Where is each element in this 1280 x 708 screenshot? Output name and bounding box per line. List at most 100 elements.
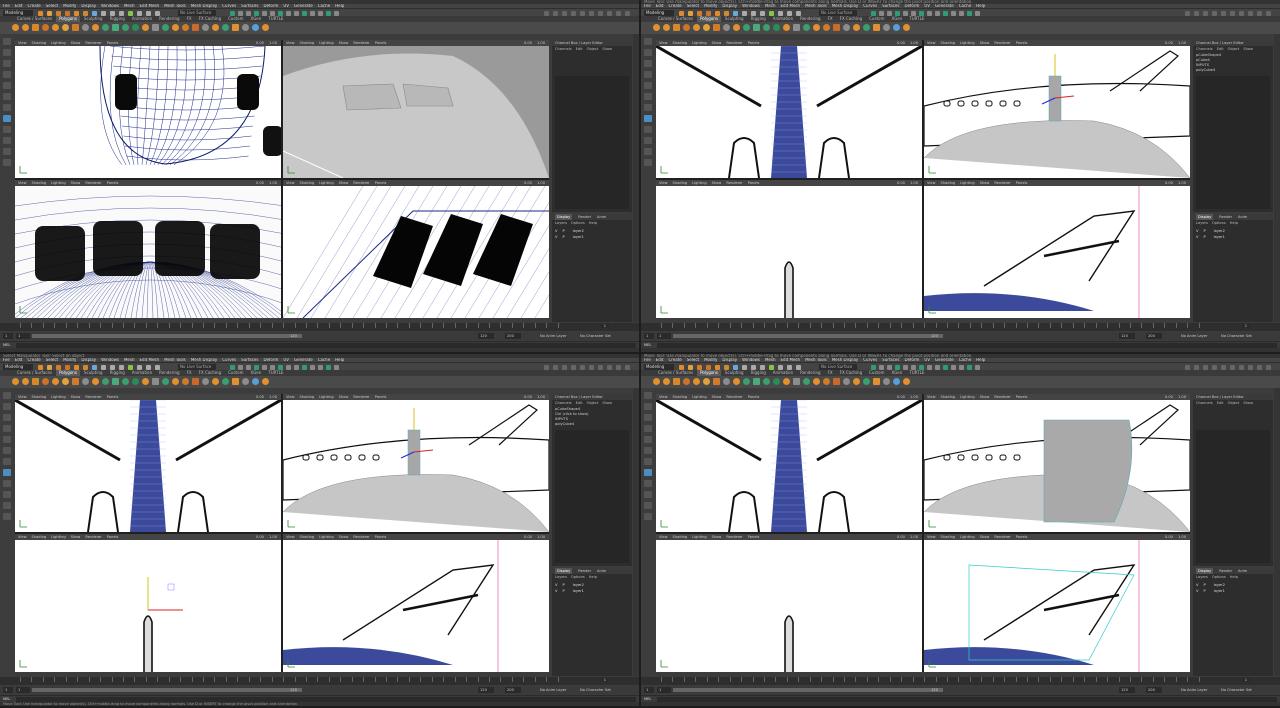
shelf-tool-icon[interactable] xyxy=(212,378,219,385)
viewport-0[interactable]: View Shading Lighting Show Renderer Panels 0.0… xyxy=(15,394,281,532)
viewport-0[interactable]: View Shading Lighting Show Renderer Panels 0.0… xyxy=(656,40,922,178)
toolbox-tool[interactable] xyxy=(3,159,11,166)
shelf-tool-icon[interactable] xyxy=(252,378,259,385)
toolbox-tool[interactable] xyxy=(644,480,652,487)
toolbox-tool[interactable] xyxy=(644,71,652,78)
toolbox-tool[interactable] xyxy=(3,469,11,476)
shelf-tool-icon[interactable] xyxy=(72,378,79,385)
shelf-tool-icon[interactable] xyxy=(693,378,700,385)
shelf-tool-icon[interactable] xyxy=(683,378,690,385)
shelf-tool-icon[interactable] xyxy=(663,378,670,385)
shelf-tool-icon[interactable] xyxy=(182,378,189,385)
toolbox-tool[interactable] xyxy=(3,71,11,78)
channel-item[interactable]: polyCube4 xyxy=(1196,68,1221,73)
layer-reference-toggle[interactable]: P xyxy=(1203,589,1205,593)
range-start-field[interactable]: 1 xyxy=(657,687,671,693)
layer-menu-layers[interactable]: Layers xyxy=(1196,574,1208,580)
toolbox-tool[interactable] xyxy=(3,49,11,56)
attribute-editor-tab-strip[interactable] xyxy=(1274,34,1280,322)
start-frame-field[interactable]: 1 xyxy=(644,687,654,693)
anim-end-field[interactable]: 200 xyxy=(1146,687,1162,693)
channel-menu-object[interactable]: Object xyxy=(587,400,599,406)
layer-reference-toggle[interactable]: P xyxy=(562,229,564,233)
layer-reference-toggle[interactable]: P xyxy=(562,589,564,593)
shelf-tool-icon[interactable] xyxy=(252,24,259,31)
shelf-tool-icon[interactable] xyxy=(192,378,199,385)
shelf-tool-icon[interactable] xyxy=(723,378,730,385)
shelf-tool-icon[interactable] xyxy=(793,24,800,31)
shelf-tool-icon[interactable] xyxy=(833,378,840,385)
time-slider[interactable]: 1 xyxy=(641,677,1280,685)
viewport-2[interactable]: View Shading Lighting Show Renderer Panels 0.0… xyxy=(15,180,281,318)
shelf-tool-icon[interactable] xyxy=(673,24,680,31)
end-frame-field[interactable]: 120 xyxy=(1119,333,1135,339)
layer-row[interactable]: V Player2 xyxy=(555,229,584,234)
current-frame[interactable]: 1 xyxy=(600,678,609,682)
viewport-canvas[interactable] xyxy=(924,186,1190,318)
channel-menu-edit[interactable]: Edit xyxy=(576,400,583,406)
shelf-tool-icon[interactable] xyxy=(733,378,740,385)
layer-row[interactable]: V Player2 xyxy=(1196,229,1225,234)
shelf-tool-icon[interactable] xyxy=(713,378,720,385)
shelf-tool-icon[interactable] xyxy=(893,378,900,385)
shelf-tool-icon[interactable] xyxy=(823,24,830,31)
toolbox-tool[interactable] xyxy=(644,159,652,166)
toolbox-tool[interactable] xyxy=(644,414,652,421)
layer-menu-help[interactable]: Help xyxy=(589,574,597,580)
viewport-0[interactable]: View Shading Lighting Show Renderer Panels 0.0… xyxy=(15,40,281,178)
shelf-tool-icon[interactable] xyxy=(182,24,189,31)
toolbox-tool[interactable] xyxy=(644,93,652,100)
shelf-tool-icon[interactable] xyxy=(162,24,169,31)
toolbox-tool[interactable] xyxy=(644,82,652,89)
viewport-1[interactable]: View Shading Lighting Show Renderer Panels 0.0… xyxy=(283,40,549,178)
shelf-tool-icon[interactable] xyxy=(62,24,69,31)
time-slider[interactable]: 1 xyxy=(0,323,639,331)
toolbox-tool[interactable] xyxy=(644,104,652,111)
viewport-canvas[interactable] xyxy=(283,400,549,532)
toolbox-tool[interactable] xyxy=(644,469,652,476)
toolbox-tool[interactable] xyxy=(644,49,652,56)
viewport-canvas[interactable] xyxy=(283,46,549,178)
shelf-tool-icon[interactable] xyxy=(833,24,840,31)
shelf-tool-icon[interactable] xyxy=(753,24,760,31)
shelf-tool-icon[interactable] xyxy=(883,24,890,31)
toolbox-tool[interactable] xyxy=(644,403,652,410)
shelf-tool-icon[interactable] xyxy=(803,24,810,31)
channel-menu-show[interactable]: Show xyxy=(1243,46,1253,52)
shelf-tool-icon[interactable] xyxy=(783,378,790,385)
toolbox-tool[interactable] xyxy=(3,436,11,443)
shelf-tool-icon[interactable] xyxy=(763,24,770,31)
toolbox-tool[interactable] xyxy=(644,38,652,45)
range-slider[interactable] xyxy=(673,688,943,692)
shelf-tool-icon[interactable] xyxy=(683,24,690,31)
shelf-tool-icon[interactable] xyxy=(122,378,129,385)
shelf-tool-icon[interactable] xyxy=(763,378,770,385)
viewport-canvas[interactable] xyxy=(283,186,549,318)
toolbox-tool[interactable] xyxy=(644,502,652,509)
shelf-tool-icon[interactable] xyxy=(142,24,149,31)
toolbox-tool[interactable] xyxy=(644,458,652,465)
start-frame-field[interactable]: 1 xyxy=(3,687,13,693)
layer-visibility-toggle[interactable]: V xyxy=(1196,589,1198,593)
shelf-tool-icon[interactable] xyxy=(102,378,109,385)
channel-menu-edit[interactable]: Edit xyxy=(1217,46,1224,52)
shelf-tool-icon[interactable] xyxy=(222,378,229,385)
channel-menu-channels[interactable]: Channels xyxy=(1196,400,1213,406)
shelf-tool-icon[interactable] xyxy=(92,24,99,31)
viewport-canvas[interactable] xyxy=(656,186,922,318)
shelf-tool-icon[interactable] xyxy=(803,378,810,385)
viewport-3[interactable]: View Shading Lighting Show Renderer Panels 0.0… xyxy=(283,180,549,318)
toolbox-tool[interactable] xyxy=(3,414,11,421)
shelf-tool-icon[interactable] xyxy=(653,24,660,31)
toolbox-tool[interactable] xyxy=(644,126,652,133)
anim-layer-label[interactable]: No Anim Layer xyxy=(540,687,566,693)
layer-row[interactable]: V Player1 xyxy=(1196,235,1225,240)
layer-menu-options[interactable]: Options xyxy=(1212,220,1226,226)
shelf-tool-icon[interactable] xyxy=(843,24,850,31)
channel-menu-object[interactable]: Object xyxy=(587,46,599,52)
shelf-tool-icon[interactable] xyxy=(132,24,139,31)
shelf-tool-icon[interactable] xyxy=(863,378,870,385)
viewport-3[interactable]: View Shading Lighting Show Renderer Panels 0.0… xyxy=(924,180,1190,318)
shelf-tool-icon[interactable] xyxy=(773,378,780,385)
current-frame[interactable]: 1 xyxy=(1241,678,1250,682)
